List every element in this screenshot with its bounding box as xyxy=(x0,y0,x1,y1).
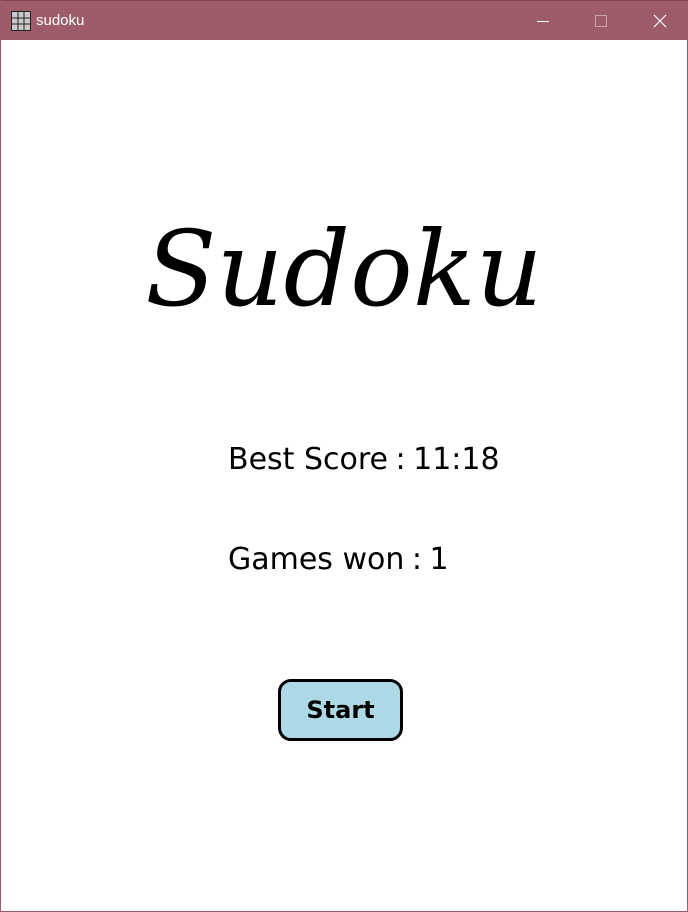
best-score-label: Best Score xyxy=(228,442,388,477)
minimize-icon xyxy=(537,21,549,22)
games-won-separator: : xyxy=(411,542,422,577)
window-title: sudoku xyxy=(36,12,85,29)
title-bar[interactable]: sudoku xyxy=(1,0,688,40)
sudoku-logo: Sudoku xyxy=(119,208,569,335)
games-won-value: 1 xyxy=(429,542,449,577)
start-button[interactable]: Start xyxy=(278,679,403,741)
maximize-button[interactable] xyxy=(572,1,630,41)
sudoku-logo-text: Sudoku xyxy=(145,215,542,330)
close-icon xyxy=(653,14,667,28)
maximize-icon xyxy=(595,15,607,27)
app-window: sudoku Sudoku Best Score:11:18 Games won… xyxy=(0,0,688,912)
close-button[interactable] xyxy=(631,1,688,41)
best-score-separator: : xyxy=(395,442,406,477)
best-score: Best Score:11:18 xyxy=(228,442,500,478)
grid-icon xyxy=(11,11,31,31)
games-won: Games won:1 xyxy=(228,542,449,578)
best-score-value: 11:18 xyxy=(413,442,500,477)
games-won-label: Games won xyxy=(228,542,405,577)
minimize-button[interactable] xyxy=(514,1,572,41)
